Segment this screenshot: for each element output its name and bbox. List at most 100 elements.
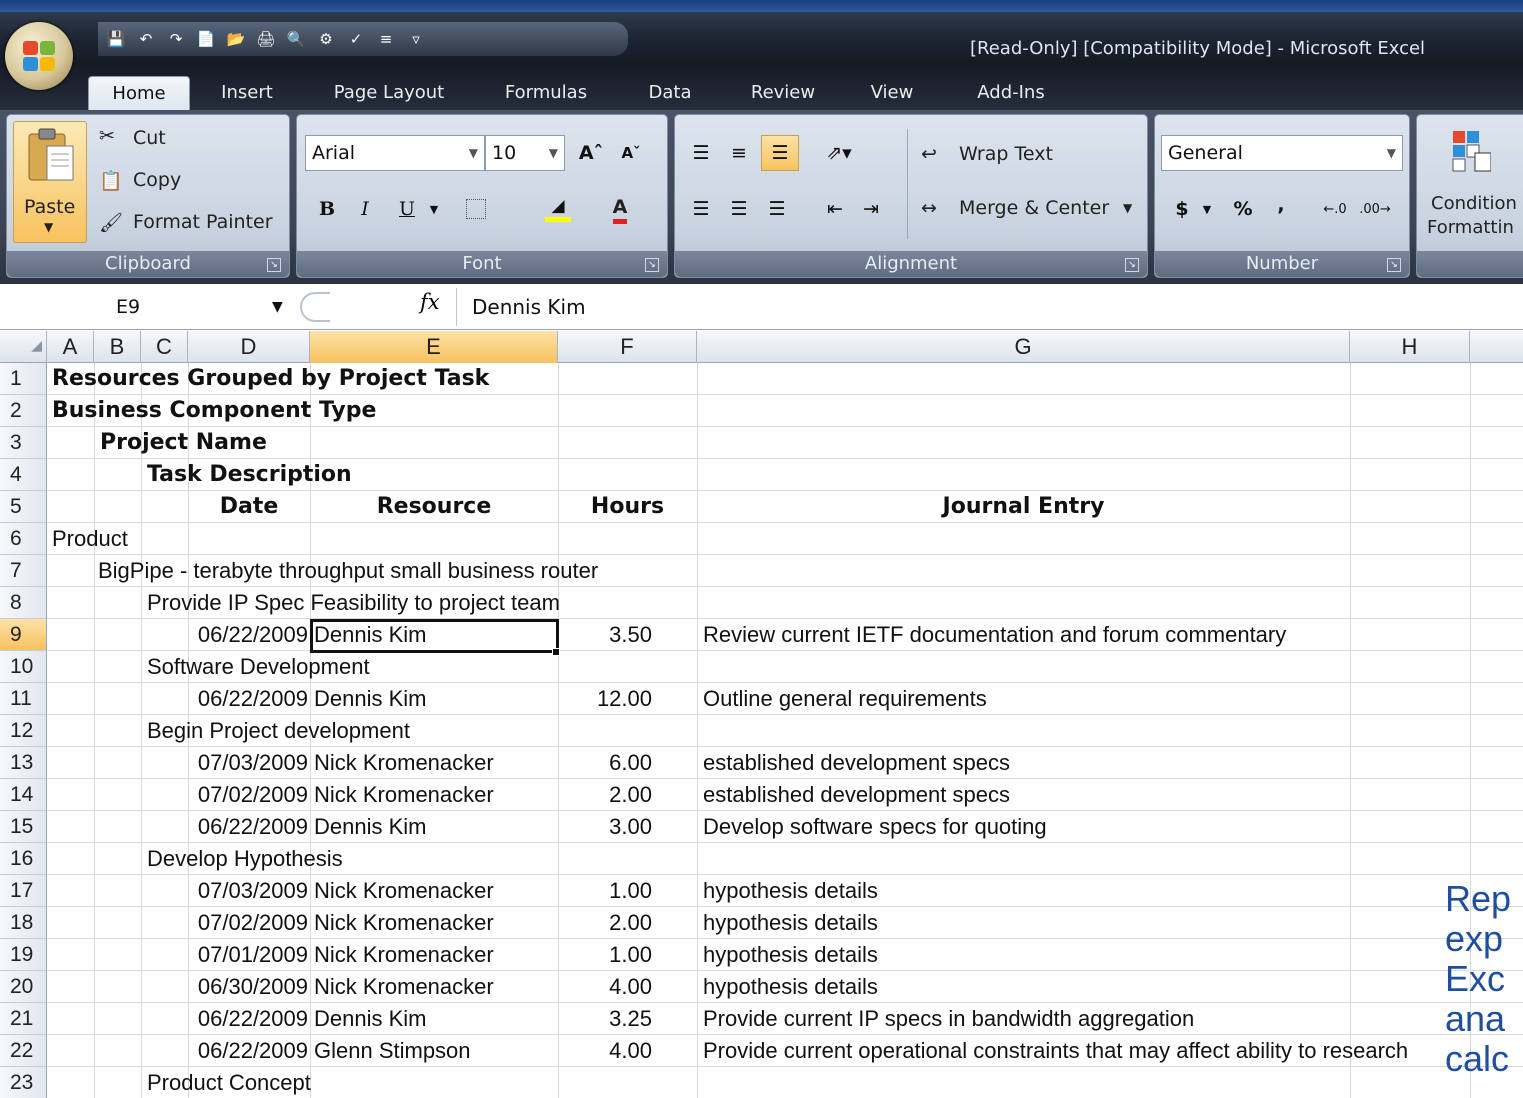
hours-cell[interactable]: 1.00 <box>558 939 652 971</box>
row-header[interactable]: 18 <box>0 907 47 939</box>
row-header[interactable]: 3 <box>0 427 47 459</box>
project-name-value-cell[interactable]: BigPipe - terabyte throughput small busi… <box>98 555 598 587</box>
task-cell[interactable]: Develop Hypothesis <box>147 843 343 875</box>
date-cell[interactable]: 07/03/2009 <box>188 875 308 907</box>
number-format-combo[interactable]: General ▼ <box>1161 135 1403 171</box>
journal-header-cell[interactable]: Journal Entry <box>697 491 1350 523</box>
resource-cell[interactable]: Nick Kromenacker <box>314 779 558 811</box>
resource-cell[interactable]: Nick Kromenacker <box>314 875 558 907</box>
row-header[interactable]: 9 <box>0 619 47 651</box>
row-header[interactable]: 8 <box>0 587 47 619</box>
insert-function-icon[interactable]: fx <box>420 290 440 314</box>
journal-cell[interactable]: hypothesis details <box>703 939 1503 971</box>
save-icon[interactable]: 💾 <box>104 27 128 51</box>
hours-cell[interactable]: 1.00 <box>558 875 652 907</box>
shrink-font-button[interactable]: Aˇ <box>613 135 649 171</box>
underline-button[interactable]: U <box>391 191 423 227</box>
increase-decimal-icon[interactable]: ←.0 <box>1317 191 1353 227</box>
row-header[interactable]: 19 <box>0 939 47 971</box>
borders-button[interactable] <box>455 191 497 227</box>
align-left-icon[interactable]: ☰ <box>685 191 717 227</box>
wrap-text-button[interactable]: Wrap Text <box>959 143 1053 165</box>
tab-page-layout[interactable]: Page Layout <box>318 76 460 110</box>
task-cell[interactable]: Software Development <box>147 651 370 683</box>
column-header-b[interactable]: B <box>94 331 141 363</box>
row-header[interactable]: 6 <box>0 523 47 555</box>
tab-home[interactable]: Home <box>88 76 190 110</box>
row-header[interactable]: 7 <box>0 555 47 587</box>
hours-cell[interactable]: 3.00 <box>558 811 652 843</box>
chevron-down-icon[interactable]: ▼ <box>272 290 283 324</box>
date-cell[interactable]: 06/22/2009 <box>188 683 308 715</box>
orientation-icon[interactable]: ⇗▾ <box>815 135 863 171</box>
font-color-button[interactable]: A <box>595 191 645 227</box>
row-header[interactable]: 22 <box>0 1035 47 1067</box>
format-painter-button[interactable]: Format Painter <box>133 211 273 233</box>
journal-cell[interactable]: Review current IETF documentation and fo… <box>703 619 1503 651</box>
date-cell[interactable]: 07/02/2009 <box>188 907 308 939</box>
find-icon[interactable]: ⚙ <box>314 27 338 51</box>
row-header[interactable]: 4 <box>0 459 47 491</box>
row-header[interactable]: 14 <box>0 779 47 811</box>
tab-insert[interactable]: Insert <box>204 76 290 110</box>
row-header[interactable]: 13 <box>0 747 47 779</box>
column-header-a[interactable]: A <box>47 331 94 363</box>
tab-view[interactable]: View <box>858 76 926 110</box>
journal-cell[interactable]: Outline general requirements <box>703 683 1503 715</box>
column-header-c[interactable]: C <box>141 331 188 363</box>
row-header[interactable]: 2 <box>0 395 47 427</box>
resource-cell[interactable]: Nick Kromenacker <box>314 907 558 939</box>
resource-cell[interactable]: Dennis Kim <box>314 683 558 715</box>
hours-cell[interactable]: 4.00 <box>558 1035 652 1067</box>
name-box[interactable]: E9 ▼ <box>10 290 290 324</box>
fill-color-button[interactable]: ◢ <box>531 191 585 227</box>
row-header[interactable]: 5 <box>0 491 47 523</box>
formula-input[interactable]: Dennis Kim <box>472 290 586 324</box>
align-right-icon[interactable]: ☰ <box>761 191 793 227</box>
chevron-down-icon[interactable]: ▼ <box>1197 191 1217 227</box>
chevron-down-icon[interactable]: ▼ <box>1123 201 1132 215</box>
tab-add-ins[interactable]: Add-Ins <box>958 76 1064 110</box>
date-cell[interactable]: 06/22/2009 <box>188 1003 308 1035</box>
hours-cell[interactable]: 12.00 <box>558 683 652 715</box>
cut-button[interactable]: Cut <box>133 127 166 149</box>
date-cell[interactable]: 06/22/2009 <box>188 811 308 843</box>
row-header[interactable]: 21 <box>0 1003 47 1035</box>
date-cell[interactable]: 06/30/2009 <box>188 971 308 1003</box>
hours-cell[interactable]: 3.50 <box>558 619 652 651</box>
font-size-combo[interactable]: 10 ▼ <box>485 135 565 171</box>
journal-cell[interactable]: Provide current operational constraints … <box>703 1035 1503 1067</box>
align-bottom-icon[interactable]: ☰ <box>761 135 799 171</box>
date-cell[interactable]: 07/03/2009 <box>188 747 308 779</box>
grow-font-button[interactable]: Aˆ <box>573 135 609 171</box>
font-launcher-icon[interactable]: ↘ <box>645 258 659 272</box>
copy-button[interactable]: Copy <box>133 169 181 191</box>
increase-indent-icon[interactable]: ⇥ <box>855 191 887 227</box>
column-header-d[interactable]: D <box>188 331 310 363</box>
print-icon[interactable]: 🖨 <box>254 27 278 51</box>
journal-cell[interactable]: established development specs <box>703 779 1503 811</box>
row-header[interactable]: 1 <box>0 363 47 395</box>
resource-header-cell[interactable]: Resource <box>310 491 558 523</box>
date-cell[interactable]: 07/01/2009 <box>188 939 308 971</box>
align-middle-icon[interactable]: ≡ <box>723 135 755 171</box>
resource-cell[interactable]: Dennis Kim <box>314 1003 558 1035</box>
journal-cell[interactable]: Develop software specs for quoting <box>703 811 1503 843</box>
column-header-g[interactable]: G <box>697 331 1350 363</box>
resource-cell[interactable]: Nick Kromenacker <box>314 747 558 779</box>
column-header-e[interactable]: E <box>310 331 558 363</box>
hours-cell[interactable]: 2.00 <box>558 779 652 811</box>
journal-cell[interactable]: hypothesis details <box>703 907 1503 939</box>
print-preview-icon[interactable]: 🔍 <box>284 27 308 51</box>
journal-cell[interactable]: hypothesis details <box>703 971 1503 1003</box>
component-type-cell[interactable]: Product <box>52 523 128 555</box>
column-header-h[interactable]: H <box>1350 331 1470 363</box>
comma-button[interactable]: , <box>1267 187 1295 223</box>
date-cell[interactable]: 07/02/2009 <box>188 779 308 811</box>
align-top-icon[interactable]: ☰ <box>685 135 717 171</box>
row-header[interactable]: 17 <box>0 875 47 907</box>
paste-button[interactable]: Paste ▼ <box>13 121 87 243</box>
task-cell[interactable]: Product Concept <box>147 1067 311 1098</box>
clipboard-launcher-icon[interactable]: ↘ <box>267 258 281 272</box>
row-header[interactable]: 23 <box>0 1067 47 1098</box>
